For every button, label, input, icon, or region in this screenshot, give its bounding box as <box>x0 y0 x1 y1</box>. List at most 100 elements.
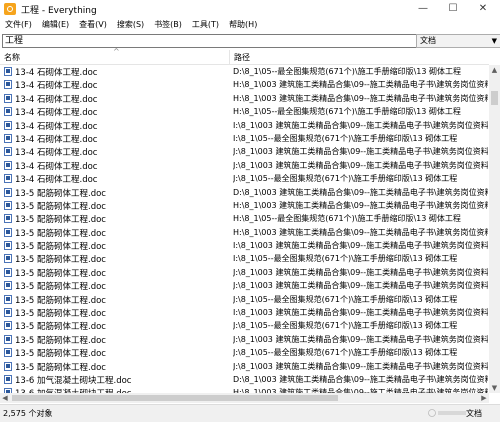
list-item[interactable]: 13-4 石砌体工程.doc J:\8_1\05--最全图集规范(671个)\施工… <box>0 172 489 185</box>
menu-view[interactable]: 查看(V) <box>74 18 112 32</box>
word-document-icon <box>4 308 12 318</box>
file-path: H:\8_1\003 建筑施工类精品合集\09--施工类精品电子书\建筑务岗位资… <box>233 227 488 237</box>
list-item[interactable]: 13-6 加气混凝土砌块工程.docH:\8_1\003 建筑施工类精品合集\0… <box>0 386 489 393</box>
menu-search[interactable]: 搜索(S) <box>112 18 149 32</box>
list-item[interactable]: 13-4 石砌体工程.doc J:\8_1\003 建筑施工类精品合集\09--施… <box>0 145 489 158</box>
column-header-path[interactable]: 路径 <box>234 52 250 63</box>
column-resize-handle[interactable] <box>229 50 230 64</box>
file-name: 13-5 配筋砌体工程.doc <box>15 349 106 360</box>
list-item[interactable]: 13-5 配筋砌体工程.doc I:\8_1\003 建筑施工类精品合集\09--… <box>0 306 489 319</box>
file-path: J:\8_1\003 建筑施工类精品合集\09--施工类精品电子书\建筑务岗位资… <box>233 361 488 371</box>
menu-edit[interactable]: 编辑(E) <box>37 18 74 32</box>
word-document-icon <box>4 120 12 130</box>
close-button[interactable]: ✕ <box>468 0 498 18</box>
filter-select-value: 文档 <box>420 36 436 45</box>
status-object-count: 2,575 个对象 <box>3 409 53 418</box>
menu-tools[interactable]: 工具(T) <box>187 18 224 32</box>
list-item[interactable]: 13-4 石砌体工程.doc H:\8_1\05--最全图集规范(671个)\施工… <box>0 105 489 118</box>
menu-help[interactable]: 帮助(H) <box>224 18 262 32</box>
scroll-up-icon[interactable]: ▲ <box>489 65 500 75</box>
scroll-down-icon[interactable]: ▼ <box>489 383 500 393</box>
file-path: H:\8_1\003 建筑施工类精品合集\09--施工类精品电子书\建筑务岗位资… <box>233 200 488 210</box>
list-item[interactable]: 13-5 配筋砌体工程.doc I:\8_1\003 建筑施工类精品合集\09--… <box>0 239 489 252</box>
word-document-icon <box>4 227 12 237</box>
file-name: 13-5 配筋砌体工程.doc <box>15 322 106 333</box>
column-header: 名称 ^ 路径 <box>0 47 489 65</box>
list-item[interactable]: 13-4 石砌体工程.doc I:\8_1\003 建筑施工类精品合集\09--施… <box>0 119 489 132</box>
file-path: I:\8_1\05--最全图集规范(671个)\施工手册缩印版\13 砌体工程 <box>233 254 458 264</box>
word-document-icon <box>4 174 12 184</box>
list-item[interactable]: 13-5 配筋砌体工程.doc D:\8_1\003 建筑施工类精品合集\09--… <box>0 186 489 199</box>
menu-bar: 文件(F) 编辑(E) 查看(V) 搜索(S) 书签(B) 工具(T) 帮助(H… <box>0 18 500 32</box>
list-item[interactable]: 13-5 配筋砌体工程.doc H:\8_1\05--最全图集规范(671个)\施… <box>0 212 489 225</box>
horizontal-scrollbar[interactable]: ◀ ▶ <box>0 393 489 403</box>
word-document-icon <box>4 241 12 251</box>
list-item[interactable]: 13-5 配筋砌体工程.doc J:\8_1\05--最全图集规范(671个)\施… <box>0 293 489 306</box>
list-item[interactable]: 13-5 配筋砌体工程.doc J:\8_1\05--最全图集规范(671个)\施… <box>0 346 489 359</box>
everything-app-icon <box>4 3 16 15</box>
filter-select[interactable]: 文档 ▼ <box>416 34 500 48</box>
file-name: 13-4 石砌体工程.doc <box>15 81 98 92</box>
file-path: I:\8_1\003 建筑施工类精品合集\09--施工类精品电子书\建筑务岗位资… <box>233 241 488 251</box>
menu-file[interactable]: 文件(F) <box>0 18 37 32</box>
file-path: H:\8_1\003 建筑施工类精品合集\09--施工类精品电子书\建筑务岗位资… <box>233 93 488 103</box>
scroll-left-icon[interactable]: ◀ <box>0 393 10 403</box>
list-item[interactable]: 13-4 石砌体工程.doc D:\8_1\05--最全图集规范(671个)\施工… <box>0 65 489 78</box>
file-path: H:\8_1\05--最全图集规范(671个)\施工手册缩印版\13 砌体工程 <box>233 107 461 117</box>
file-name: 13-5 配筋砌体工程.doc <box>15 188 106 199</box>
minimize-button[interactable]: — <box>408 0 438 18</box>
list-item[interactable]: 13-5 配筋砌体工程.doc J:\8_1\003 建筑施工类精品合集\09--… <box>0 360 489 373</box>
file-path: J:\8_1\003 建筑施工类精品合集\09--施工类精品电子书\建筑务岗位资… <box>233 334 488 344</box>
status-bar: 2,575 个对象 文档 <box>0 404 500 422</box>
file-path: J:\8_1\003 建筑施工类精品合集\09--施工类精品电子书\建筑务岗位资… <box>233 147 488 157</box>
list-item[interactable]: 13-4 石砌体工程.doc J:\8_1\003 建筑施工类精品合集\09--施… <box>0 159 489 172</box>
file-name: 13-5 配筋砌体工程.doc <box>15 335 106 346</box>
file-name: 13-5 配筋砌体工程.doc <box>15 242 106 253</box>
word-document-icon <box>4 133 12 143</box>
list-item[interactable]: 13-4 石砌体工程.doc I:\8_1\05--最全图集规范(671个)\施工… <box>0 132 489 145</box>
file-name: 13-5 配筋砌体工程.doc <box>15 255 106 266</box>
word-document-icon <box>4 187 12 197</box>
menu-bookmarks[interactable]: 书签(B) <box>149 18 187 32</box>
file-path: J:\8_1\05--最全图集规范(671个)\施工手册缩印版\13 砌体工程 <box>233 348 458 358</box>
word-document-icon <box>4 361 12 371</box>
list-item[interactable]: 13-5 配筋砌体工程.doc J:\8_1\003 建筑施工类精品合集\09--… <box>0 266 489 279</box>
column-header-name[interactable]: 名称 <box>4 52 20 63</box>
list-item[interactable]: 13-4 石砌体工程.doc H:\8_1\003 建筑施工类精品合集\09--施… <box>0 78 489 91</box>
file-name: 13-5 配筋砌体工程.doc <box>15 295 106 306</box>
word-document-icon <box>4 147 12 157</box>
list-item[interactable]: 13-5 配筋砌体工程.doc H:\8_1\003 建筑施工类精品合集\09--… <box>0 199 489 212</box>
word-document-icon <box>4 107 12 117</box>
word-document-icon <box>4 67 12 76</box>
search-bar: 工程 文档 ▼ <box>0 33 500 49</box>
sort-ascending-icon: ^ <box>113 47 120 56</box>
file-name: 13-5 配筋砌体工程.doc <box>15 282 106 293</box>
vertical-scroll-thumb[interactable] <box>491 91 498 105</box>
file-name: 13-4 石砌体工程.doc <box>15 148 98 159</box>
list-item[interactable]: 13-5 配筋砌体工程.doc J:\8_1\003 建筑施工类精品合集\09--… <box>0 279 489 292</box>
file-path: J:\8_1\05--最全图集规范(671个)\施工手册缩印版\13 砌体工程 <box>233 321 458 331</box>
word-document-icon <box>4 374 12 384</box>
list-item[interactable]: 13-5 配筋砌体工程.doc J:\8_1\05--最全图集规范(671个)\施… <box>0 319 489 332</box>
file-path: J:\8_1\003 建筑施工类精品合集\09--施工类精品电子书\建筑务岗位资… <box>233 281 488 291</box>
file-name: 13-4 石砌体工程.doc <box>15 175 98 186</box>
title-bar: 工程 - Everything — ☐ ✕ <box>0 0 500 18</box>
file-path: J:\8_1\003 建筑施工类精品合集\09--施工类精品电子书\建筑务岗位资… <box>233 160 488 170</box>
results-list: 13-4 石砌体工程.doc D:\8_1\05--最全图集规范(671个)\施工… <box>0 65 489 393</box>
list-item[interactable]: 13-4 石砌体工程.doc H:\8_1\003 建筑施工类精品合集\09--施… <box>0 92 489 105</box>
list-item[interactable]: 13-5 配筋砌体工程.doc J:\8_1\003 建筑施工类精品合集\09--… <box>0 333 489 346</box>
horizontal-scroll-thumb[interactable] <box>12 395 338 401</box>
vertical-scrollbar[interactable]: ▲ ▼ <box>489 65 500 393</box>
word-document-icon <box>4 93 12 103</box>
file-name: 13-5 配筋砌体工程.doc <box>15 228 106 239</box>
list-item[interactable]: 13-5 配筋砌体工程.doc I:\8_1\05--最全图集规范(671个)\施… <box>0 252 489 265</box>
file-path: J:\8_1\05--最全图集规范(671个)\施工手册缩印版\13 砌体工程 <box>233 294 458 304</box>
scroll-right-icon[interactable]: ▶ <box>479 393 489 403</box>
maximize-button[interactable]: ☐ <box>438 0 468 18</box>
file-path: H:\8_1\05--最全图集规范(671个)\施工手册缩印版\13 砌体工程 <box>233 214 461 224</box>
file-path: D:\8_1\003 建筑施工类精品合集\09--施工类精品电子书\建筑务岗位资… <box>233 187 488 197</box>
list-item[interactable]: 13-5 配筋砌体工程.doc H:\8_1\003 建筑施工类精品合集\09--… <box>0 226 489 239</box>
list-item[interactable]: 13-6 加气混凝土砌块工程.doc D:\8_1\003 建筑施工类精品合集\0… <box>0 373 489 386</box>
search-input[interactable]: 工程 <box>2 34 417 48</box>
file-path: I:\8_1\003 建筑施工类精品合集\09--施工类精品电子书\建筑务岗位资… <box>233 308 488 318</box>
